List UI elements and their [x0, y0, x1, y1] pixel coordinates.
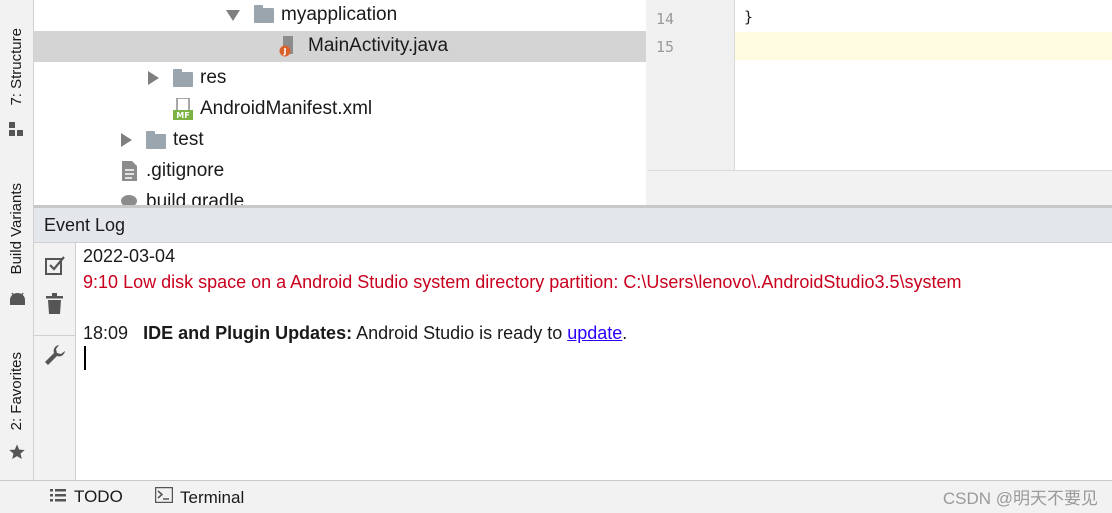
- tree-item-label: res: [200, 67, 227, 88]
- current-line-highlight: [735, 32, 1112, 60]
- log-message: Android Studio is ready to: [356, 323, 563, 343]
- tree-item-label: MainActivity.java: [308, 35, 449, 56]
- tree-item-test[interactable]: test: [34, 125, 646, 156]
- wrench-icon[interactable]: [44, 344, 66, 371]
- left-tool-stripe: 7: Structure Build Variants 2: Favorites: [0, 0, 34, 480]
- bottom-tool-bar: TODO Terminal CSDN @明天不要见: [0, 480, 1112, 513]
- gradle-file-icon: [120, 192, 138, 205]
- code-editor[interactable]: 14 15 }: [648, 0, 1112, 170]
- java-file-icon: J: [279, 36, 297, 63]
- star-icon: [9, 444, 25, 465]
- terminal-tool-tab[interactable]: Terminal: [154, 486, 245, 508]
- terminal-icon: [154, 486, 174, 508]
- tree-item-label: AndroidManifest.xml: [200, 98, 373, 119]
- folder-icon: [173, 69, 193, 87]
- log-time: 9:10: [83, 272, 119, 292]
- tree-item-label: test: [173, 129, 204, 150]
- tree-item-res[interactable]: res: [34, 63, 646, 94]
- tree-item-buildgradle[interactable]: build.gradle: [34, 187, 646, 205]
- tree-item-mainactivity[interactable]: J MainActivity.java: [34, 31, 646, 62]
- log-update-entry: 18:09 IDE and Plugin Updates: Android St…: [83, 323, 627, 344]
- log-title: IDE and Plugin Updates:: [143, 323, 353, 343]
- log-date: 2022-03-04: [83, 246, 176, 266]
- mark-all-read-icon[interactable]: [45, 255, 65, 280]
- event-log-toolbar: [34, 243, 76, 480]
- svg-text:MF: MF: [176, 111, 189, 120]
- log-error-entry: 9:10 Low disk space on a Android Studio …: [83, 272, 961, 293]
- todo-label: TODO: [74, 487, 123, 506]
- tree-item-gitignore[interactable]: .gitignore: [34, 156, 646, 187]
- log-time: 18:09: [83, 323, 129, 343]
- structure-tool-tab[interactable]: 7: Structure: [0, 18, 33, 142]
- watermark: CSDN @明天不要见: [942, 489, 1098, 508]
- folder-icon: [254, 5, 274, 23]
- tree-item-label: .gitignore: [146, 160, 225, 181]
- line-number: 14: [656, 10, 675, 28]
- terminal-label: Terminal: [180, 487, 245, 507]
- event-log-content[interactable]: 2022-03-04 9:10 Low disk space on a Andr…: [76, 243, 1112, 480]
- todo-tool-tab[interactable]: TODO: [50, 487, 123, 507]
- favorites-tab-label: 2: Favorites: [8, 351, 25, 431]
- trash-icon[interactable]: [46, 293, 63, 319]
- chevron-down-icon[interactable]: [226, 10, 240, 21]
- log-message: Low disk space on a Android Studio syste…: [123, 272, 962, 292]
- project-tree: myapplication J MainActivity.java res MF…: [34, 0, 646, 205]
- editor-bottom-area: [648, 170, 1112, 206]
- favorites-tool-tab[interactable]: 2: Favorites: [0, 345, 33, 465]
- tree-item-label: build.gradle: [146, 191, 245, 205]
- manifest-file-icon: MF: [173, 97, 195, 126]
- editor-gutter: 14 15: [648, 0, 735, 170]
- toolbar-divider: [34, 335, 75, 336]
- structure-icon: [9, 122, 24, 142]
- code-line[interactable]: }: [744, 8, 753, 26]
- text-caret: [84, 346, 86, 370]
- tree-item-androidmanifest[interactable]: MF AndroidManifest.xml: [34, 94, 646, 125]
- chevron-right-icon[interactable]: [148, 71, 159, 85]
- event-log-header: Event Log: [34, 208, 1112, 243]
- text-file-icon: [122, 161, 137, 187]
- chevron-right-icon[interactable]: [121, 133, 132, 147]
- update-link[interactable]: update: [567, 323, 622, 343]
- log-period: .: [622, 323, 628, 343]
- android-icon: [9, 292, 26, 311]
- build-variants-tab-label: Build Variants: [8, 183, 25, 275]
- build-variants-tool-tab[interactable]: Build Variants: [0, 175, 33, 315]
- tree-item-label: myapplication: [281, 4, 398, 25]
- tree-item-myapplication[interactable]: myapplication: [34, 0, 646, 31]
- event-log-title: Event Log: [44, 215, 126, 235]
- line-number: 15: [656, 38, 675, 56]
- folder-icon: [146, 131, 166, 149]
- svg-text:J: J: [283, 47, 287, 56]
- list-icon: [50, 487, 66, 507]
- structure-tab-label: 7: Structure: [8, 28, 25, 106]
